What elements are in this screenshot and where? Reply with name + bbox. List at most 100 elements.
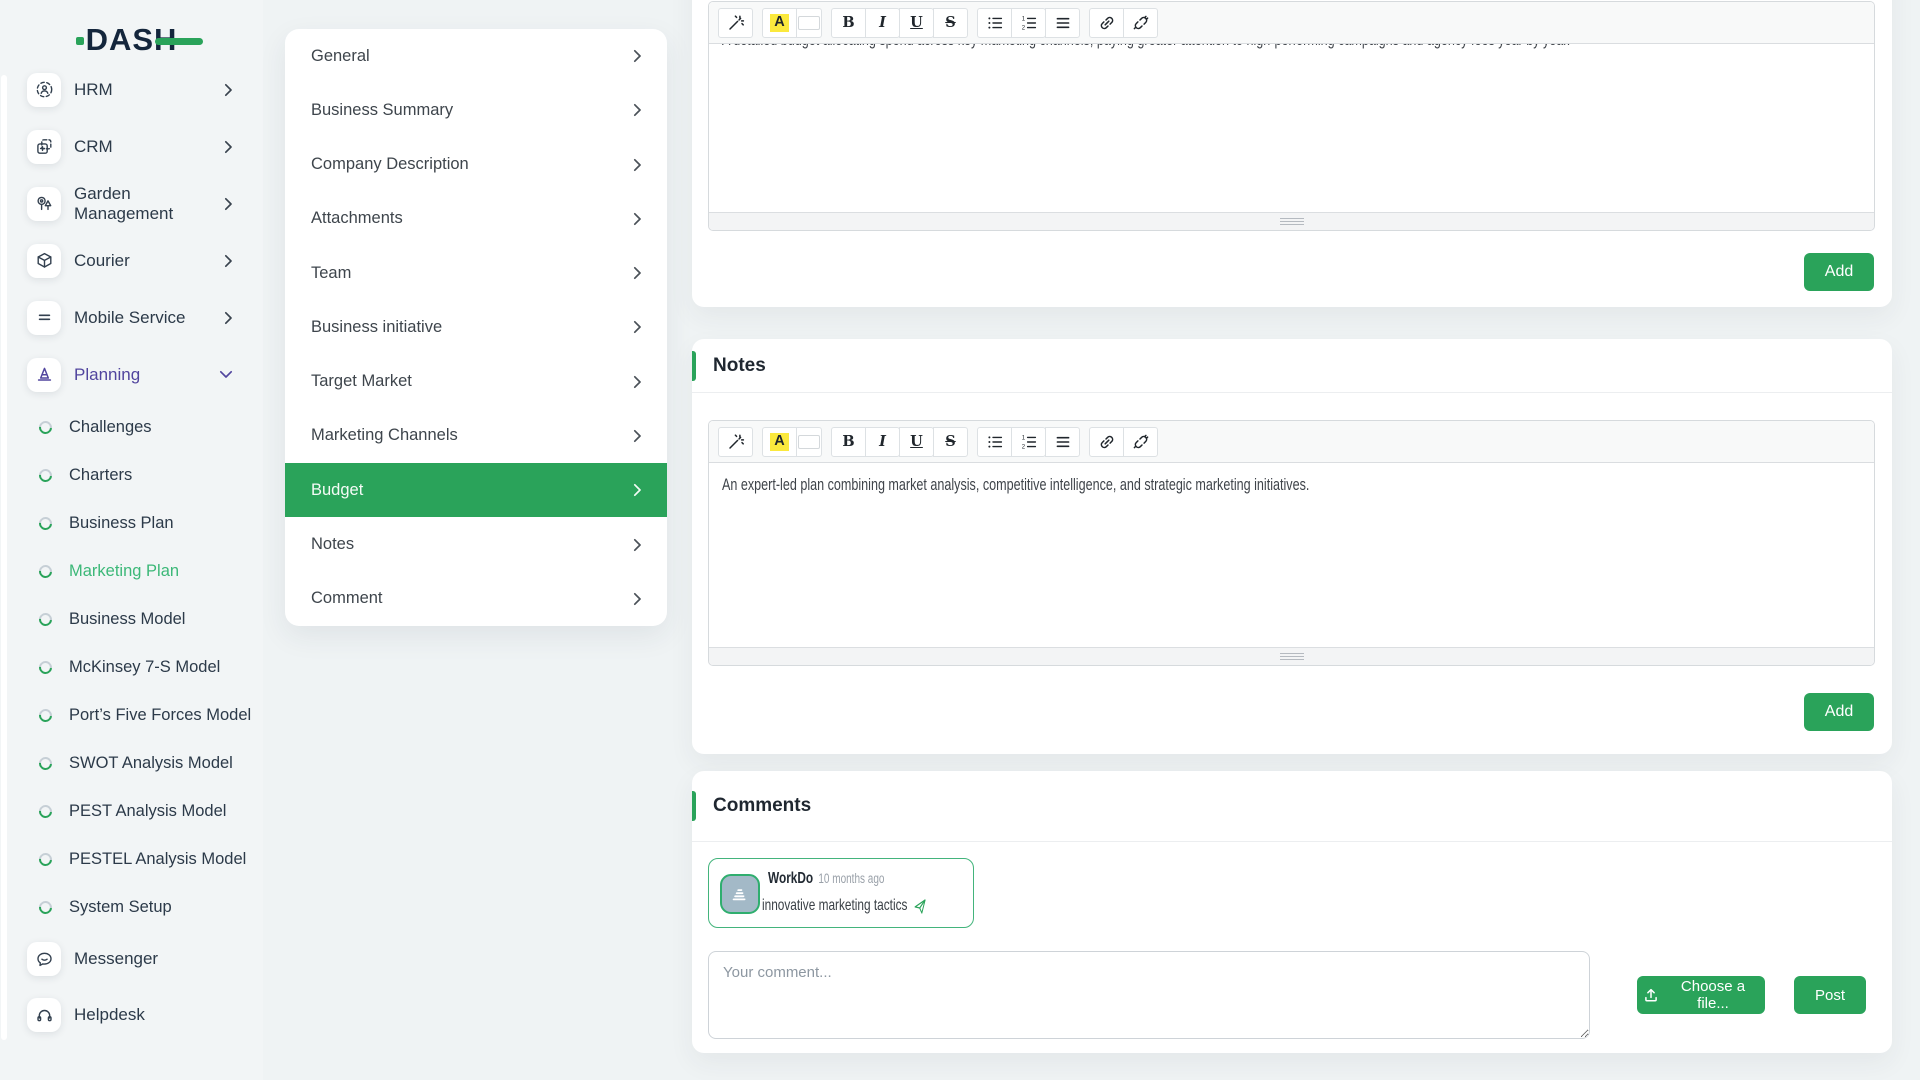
unordered-list-button[interactable] bbox=[977, 427, 1012, 457]
ordered-list-button[interactable]: 1 2 bbox=[1011, 427, 1046, 457]
chevron-right-icon bbox=[633, 592, 642, 606]
link-button[interactable] bbox=[1089, 8, 1124, 38]
chevron-right-icon bbox=[633, 375, 642, 389]
menu-item-label: Company Description bbox=[311, 155, 469, 174]
notes-add-button[interactable]: Add bbox=[1804, 693, 1874, 731]
subitem-label: SWOT Analysis Model bbox=[69, 754, 233, 773]
budget-editor-content[interactable]: A detailed budget allocating spend acros… bbox=[709, 44, 1874, 215]
chevron-right-icon bbox=[633, 266, 642, 280]
underline-button[interactable]: U bbox=[899, 8, 934, 38]
magic-wand-button[interactable] bbox=[718, 427, 753, 457]
bullet-icon bbox=[36, 562, 54, 580]
sidebar: DASH HRM bbox=[0, 0, 263, 1080]
strikethrough-button[interactable]: S bbox=[933, 8, 968, 38]
post-button[interactable]: Post bbox=[1794, 976, 1866, 1014]
chevron-right-icon bbox=[633, 429, 642, 443]
sidebar-subitem-mckinsey-7s-model[interactable]: McKinsey 7-S Model bbox=[0, 643, 263, 691]
sidebar-subitem-business-plan[interactable]: Business Plan bbox=[0, 499, 263, 547]
sidebar-item-courier[interactable]: Courier bbox=[0, 232, 263, 289]
subitem-label: Marketing Plan bbox=[69, 562, 179, 581]
font-color-button[interactable]: A bbox=[762, 8, 797, 38]
sidebar-item-mobile-service[interactable]: Mobile Service bbox=[0, 289, 263, 346]
underline-button[interactable]: U bbox=[899, 427, 934, 457]
font-color-button[interactable]: A bbox=[762, 427, 797, 457]
menu-item-notes[interactable]: Notes bbox=[285, 517, 667, 571]
comments-title: Comments bbox=[713, 795, 811, 817]
ordered-list-button[interactable]: 1 2 bbox=[1011, 8, 1046, 38]
bold-button[interactable]: B bbox=[831, 427, 866, 457]
italic-button[interactable]: I bbox=[865, 427, 900, 457]
comment-input[interactable] bbox=[708, 951, 1590, 1039]
subitem-label: System Setup bbox=[69, 898, 172, 917]
bold-button[interactable]: B bbox=[831, 8, 866, 38]
package-icon bbox=[27, 244, 61, 278]
sidebar-item-messenger[interactable]: Messenger bbox=[0, 931, 263, 987]
editor-toolbar: A B I U S bbox=[709, 421, 1874, 463]
budget-add-button[interactable]: Add bbox=[1804, 253, 1874, 291]
menu-item-general[interactable]: General bbox=[285, 29, 667, 83]
editor-toolbar: A B I U S bbox=[709, 2, 1874, 44]
subitem-label: Business Plan bbox=[69, 514, 174, 533]
color-swatch bbox=[798, 16, 820, 30]
sidebar-item-crm[interactable]: CRM bbox=[0, 118, 263, 175]
sidebar-subitem-swot-analysis-model[interactable]: SWOT Analysis Model bbox=[0, 739, 263, 787]
italic-button[interactable]: I bbox=[865, 8, 900, 38]
sidebar-item-planning[interactable]: Planning bbox=[0, 346, 263, 403]
menu-item-comment[interactable]: Comment bbox=[285, 572, 667, 626]
menu-item-target-market[interactable]: Target Market bbox=[285, 355, 667, 409]
sidebar-subitem-pest-analysis-model[interactable]: PEST Analysis Model bbox=[0, 787, 263, 835]
sidebar-item-garden-management[interactable]: Garden Management bbox=[0, 175, 263, 232]
bullet-icon bbox=[36, 898, 54, 916]
notes-title: Notes bbox=[713, 355, 766, 377]
sidebar-subitem-pestel-analysis-model[interactable]: PESTEL Analysis Model bbox=[0, 835, 263, 883]
recent-color-button[interactable] bbox=[796, 427, 822, 457]
menu-item-business-initiative[interactable]: Business initiative bbox=[285, 300, 667, 354]
sidebar-subitem-business-model[interactable]: Business Model bbox=[0, 595, 263, 643]
unlink-button[interactable] bbox=[1123, 427, 1158, 457]
magic-wand-button[interactable] bbox=[718, 8, 753, 38]
sidebar-subitem-marketing-plan[interactable]: Marketing Plan bbox=[0, 547, 263, 595]
color-letter: A bbox=[770, 14, 788, 32]
recent-color-button[interactable] bbox=[796, 8, 822, 38]
sidebar-subitem-charters[interactable]: Charters bbox=[0, 451, 263, 499]
paragraph-align-button[interactable] bbox=[1045, 8, 1080, 38]
editor-resize-handle[interactable] bbox=[709, 647, 1874, 665]
menu-item-business-summary[interactable]: Business Summary bbox=[285, 83, 667, 137]
comments-card: Comments WorkDo10 months ago innovative … bbox=[692, 771, 1892, 1053]
menu-item-label: Notes bbox=[311, 535, 354, 554]
italic-glyph: I bbox=[879, 16, 886, 31]
choose-file-button[interactable]: Choose a file... bbox=[1637, 976, 1765, 1014]
menu-item-attachments[interactable]: Attachments bbox=[285, 192, 667, 246]
sidebar-subitem-system-setup[interactable]: System Setup bbox=[0, 883, 263, 931]
editor-resize-handle[interactable] bbox=[709, 212, 1874, 230]
unordered-list-button[interactable] bbox=[977, 8, 1012, 38]
brand-logo[interactable]: DASH bbox=[0, 24, 263, 55]
comment-item: WorkDo10 months ago innovative marketing… bbox=[708, 858, 974, 928]
menu-item-marketing-channels[interactable]: Marketing Channels bbox=[285, 409, 667, 463]
subitem-label: PESTEL Analysis Model bbox=[69, 850, 246, 869]
sidebar-item-helpdesk[interactable]: Helpdesk bbox=[0, 987, 263, 1043]
budget-editor: A B I U S bbox=[708, 1, 1875, 231]
choose-file-label: Choose a file... bbox=[1667, 978, 1759, 1012]
link-button[interactable] bbox=[1089, 427, 1124, 457]
color-letter: A bbox=[770, 433, 788, 451]
headset-icon bbox=[27, 998, 61, 1032]
logo-accent-dot bbox=[76, 37, 84, 45]
sidebar-item-hrm[interactable]: HRM bbox=[0, 61, 263, 118]
paragraph-align-button[interactable] bbox=[1045, 427, 1080, 457]
menu-item-label: Team bbox=[311, 264, 351, 283]
notes-editor-content[interactable]: An expert-led plan combining market anal… bbox=[709, 463, 1874, 650]
comment-meta: WorkDo10 months ago bbox=[768, 870, 884, 888]
sidebar-item-label: CRM bbox=[74, 137, 224, 157]
logo-accent-dash bbox=[155, 38, 203, 45]
menu-item-budget[interactable]: Budget bbox=[285, 463, 667, 517]
sidebar-subitem-ports-five-forces-model[interactable]: Port’s Five Forces Model bbox=[0, 691, 263, 739]
unlink-button[interactable] bbox=[1123, 8, 1158, 38]
menu-item-team[interactable]: Team bbox=[285, 246, 667, 300]
menu-item-label: Target Market bbox=[311, 372, 412, 391]
strikethrough-button[interactable]: S bbox=[933, 427, 968, 457]
sidebar-subitem-challenges[interactable]: Challenges bbox=[0, 403, 263, 451]
menu-item-company-description[interactable]: Company Description bbox=[285, 138, 667, 192]
underline-glyph: U bbox=[910, 435, 923, 450]
notes-editor: A B I U S bbox=[708, 420, 1875, 666]
